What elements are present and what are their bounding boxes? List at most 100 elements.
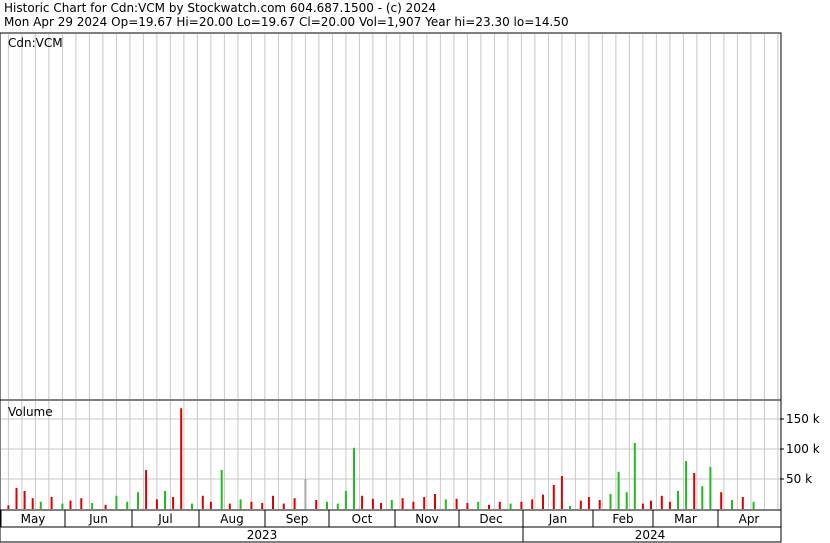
volume-bar <box>239 499 242 509</box>
volume-bar <box>693 473 696 509</box>
volume-bar <box>91 503 94 509</box>
year-label: 2023 <box>247 528 278 542</box>
volume-bar <box>145 470 148 509</box>
volume-bar <box>488 504 490 509</box>
volume-bar <box>731 500 733 509</box>
volume-bar <box>701 486 704 509</box>
price-panel-label: Cdn:VCM <box>8 36 63 50</box>
volume-bar <box>579 500 582 509</box>
month-label: Jan <box>548 512 568 526</box>
volume-bar <box>587 497 590 509</box>
month-label: Oct <box>352 512 373 526</box>
volume-bar <box>61 503 64 509</box>
volume-bar <box>39 501 42 509</box>
volume-bar <box>191 503 193 509</box>
volume-bar <box>423 497 426 509</box>
volume-bar <box>31 498 34 509</box>
month-label: Jul <box>157 512 172 526</box>
volume-bar <box>164 491 166 509</box>
month-label: Nov <box>415 512 438 526</box>
volume-bar <box>126 501 129 509</box>
volume-bar <box>272 495 274 509</box>
volume-bar <box>741 497 744 509</box>
volume-bar <box>336 503 339 509</box>
month-label: Feb <box>612 512 633 526</box>
month-axis-frame <box>0 509 782 528</box>
volume-bar <box>509 503 512 509</box>
volume-bar <box>668 501 671 509</box>
volume-bar <box>201 495 204 509</box>
chart-header-title: Historic Chart for Cdn:VCM by Stockwatch… <box>4 1 437 15</box>
volume-bar <box>69 500 72 509</box>
month-label: May <box>21 512 46 526</box>
volume-bar <box>466 503 469 509</box>
volume-bar <box>498 501 501 509</box>
chart-header-quote: Mon Apr 29 2024 Op=19.67 Hi=20.00 Lo=19.… <box>4 15 569 29</box>
volume-bar <box>569 506 571 509</box>
volume-panel-label: Volume <box>8 405 53 419</box>
volume-bar <box>7 505 10 509</box>
volume-bar <box>542 494 544 509</box>
volume-bar <box>315 500 318 509</box>
volume-bar <box>50 497 53 509</box>
month-label: Jun <box>88 512 108 526</box>
volume-bar <box>685 461 688 509</box>
month-label: Sep <box>286 512 309 526</box>
month-label: Dec <box>479 512 502 526</box>
volume-bar <box>598 500 601 509</box>
volume-bar <box>650 500 652 509</box>
volume-bar <box>344 491 347 509</box>
volume-bar <box>353 447 355 509</box>
volume-bar <box>455 498 458 509</box>
volume-bar <box>720 492 723 509</box>
volume-bar <box>660 495 663 509</box>
volume-bar <box>531 499 534 509</box>
volume-bar <box>209 501 212 509</box>
month-label: Mar <box>674 512 697 526</box>
volume-bar <box>752 501 755 509</box>
volume-bar <box>15 488 18 509</box>
volume-bar <box>155 499 158 509</box>
volume-bar <box>104 504 107 509</box>
volume-bar <box>137 492 139 509</box>
volume-bar <box>390 500 393 509</box>
volume-bar <box>625 492 628 509</box>
volume-bar <box>552 485 555 509</box>
month-label: Apr <box>739 512 760 526</box>
volume-bar <box>617 471 620 509</box>
volume-bar <box>80 498 83 509</box>
volume-bar <box>677 491 679 509</box>
volume-bar <box>23 491 26 509</box>
price-panel-frame <box>0 32 782 401</box>
volume-bar <box>560 476 563 509</box>
volume-bar <box>115 495 118 509</box>
volume-bar <box>401 498 404 509</box>
volume-bar <box>250 501 253 509</box>
volume-panel-frame <box>0 399 782 511</box>
volume-bar <box>293 498 296 509</box>
volume-bar <box>412 501 415 509</box>
volume-bar <box>444 499 447 509</box>
volume-bar <box>641 503 644 509</box>
volume-bar <box>380 503 382 509</box>
volume-bar <box>709 467 712 509</box>
volume-bar <box>361 495 364 509</box>
volume-tick-label: 50 k <box>786 472 812 486</box>
volume-bar <box>520 501 523 509</box>
volume-bar <box>261 503 264 509</box>
stock-chart: 23.5023.0022.5022.0021.5021.0020.5020.00… <box>0 32 820 543</box>
volume-tick-label: 100 k <box>786 442 820 456</box>
volume-bar <box>434 494 436 509</box>
volume-bar <box>282 503 285 509</box>
volume-bar <box>477 501 480 509</box>
volume-bar <box>220 470 223 509</box>
volume-bar <box>371 498 374 509</box>
volume-bar <box>609 494 612 509</box>
volume-bar <box>326 501 328 509</box>
volume-bar <box>172 497 175 509</box>
volume-bar <box>180 408 183 509</box>
volume-bar <box>228 503 231 509</box>
volume-bar <box>304 479 307 509</box>
volume-tick-label: 150 k <box>786 412 820 426</box>
month-label: Aug <box>220 512 243 526</box>
